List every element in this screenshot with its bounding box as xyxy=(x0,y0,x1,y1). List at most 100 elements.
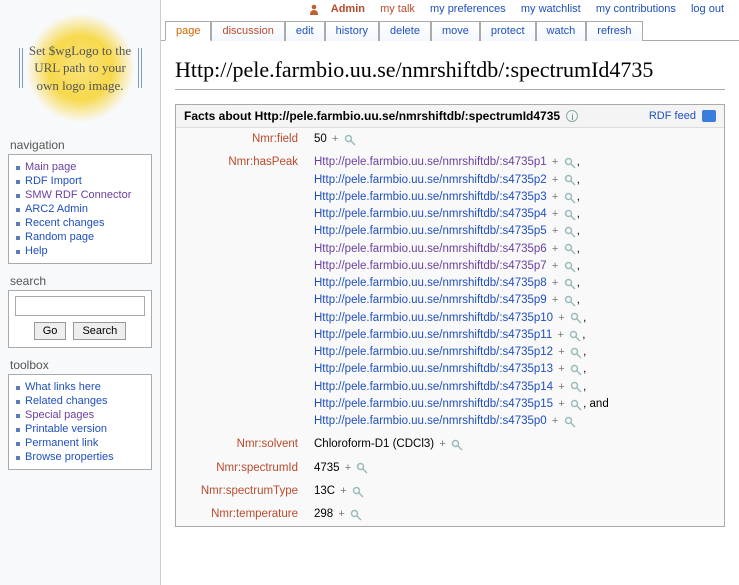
mytalk-link[interactable]: my talk xyxy=(380,3,415,15)
toolbox-link[interactable]: Printable version xyxy=(25,423,107,435)
tab-protect[interactable]: protect xyxy=(480,21,536,41)
magnify-icon[interactable] xyxy=(356,462,366,472)
nav-item: Help xyxy=(15,244,145,258)
property-spectrumId[interactable]: Nmr:spectrumId xyxy=(216,462,298,474)
peak-link[interactable]: Http://pele.farmbio.uu.se/nmrshiftdb/:s4… xyxy=(314,156,547,168)
magnify-icon[interactable] xyxy=(564,209,574,219)
property-field[interactable]: Nmr:field xyxy=(252,133,298,145)
magnify-icon[interactable] xyxy=(570,312,580,322)
tab-discussion[interactable]: discussion xyxy=(211,21,284,41)
nav-heading: navigation xyxy=(8,138,152,152)
magnify-icon[interactable] xyxy=(564,295,574,305)
toolbox-item: Related changes xyxy=(15,394,145,408)
nav-item: SMW RDF Connector xyxy=(15,188,145,202)
nav-item: Recent changes xyxy=(15,216,145,230)
personal-tools: Admin my talk my preferences my watchlis… xyxy=(305,0,733,18)
toolbox-heading: toolbox xyxy=(8,358,152,372)
magnify-icon[interactable] xyxy=(564,261,574,271)
rdf-icon xyxy=(702,110,716,122)
nav-link[interactable]: Main page xyxy=(25,161,76,173)
nav-link[interactable]: Help xyxy=(25,245,48,257)
tab-edit[interactable]: edit xyxy=(285,21,325,41)
nav-item: RDF Import xyxy=(15,174,145,188)
magnify-icon[interactable] xyxy=(564,278,574,288)
tab-history[interactable]: history xyxy=(325,21,379,41)
property-spectrumType[interactable]: Nmr:spectrumType xyxy=(201,485,298,497)
nav-item: Random page xyxy=(15,230,145,244)
user-icon xyxy=(308,3,320,15)
nav-link[interactable]: Random page xyxy=(25,231,94,243)
info-icon[interactable]: i xyxy=(566,110,578,122)
toolbox-item: What links here xyxy=(15,380,145,394)
magnify-icon[interactable] xyxy=(564,243,574,253)
tab-delete[interactable]: delete xyxy=(379,21,431,41)
peak-link[interactable]: Http://pele.farmbio.uu.se/nmrshiftdb/:s4… xyxy=(314,208,547,220)
magnify-icon[interactable] xyxy=(352,486,362,496)
mypreferences-link[interactable]: my preferences xyxy=(430,3,506,15)
nav-link[interactable]: SMW RDF Connector xyxy=(25,189,131,201)
toolbox-link[interactable]: Permanent link xyxy=(25,437,98,449)
property-solvent[interactable]: Nmr:solvent xyxy=(237,438,298,450)
peak-link[interactable]: Http://pele.farmbio.uu.se/nmrshiftdb/:s4… xyxy=(314,346,553,358)
mywatchlist-link[interactable]: my watchlist xyxy=(521,3,581,15)
magnify-icon[interactable] xyxy=(569,330,579,340)
value-solvent: Chloroform-D1 (CDCl3) + xyxy=(306,433,724,456)
nav-link[interactable]: Recent changes xyxy=(25,217,105,229)
peak-link[interactable]: Http://pele.farmbio.uu.se/nmrshiftdb/:s4… xyxy=(314,363,553,375)
magnify-icon[interactable] xyxy=(344,134,354,144)
logo[interactable]: Set $wgLogo to the URL path to your own … xyxy=(13,8,148,128)
peak-link[interactable]: Http://pele.farmbio.uu.se/nmrshiftdb/:s4… xyxy=(314,329,552,341)
tab-refresh[interactable]: refresh xyxy=(586,21,642,41)
userpage-link[interactable]: Admin xyxy=(331,3,365,15)
tab-move[interactable]: move xyxy=(431,21,480,41)
peak-link[interactable]: Http://pele.farmbio.uu.se/nmrshiftdb/:s4… xyxy=(314,277,547,289)
peak-link[interactable]: Http://pele.farmbio.uu.se/nmrshiftdb/:s4… xyxy=(314,174,547,186)
tab-watch[interactable]: watch xyxy=(536,21,587,41)
peak-link[interactable]: Http://pele.farmbio.uu.se/nmrshiftdb/:s4… xyxy=(314,312,553,324)
search-input[interactable] xyxy=(15,296,145,316)
property-temperature[interactable]: Nmr:temperature xyxy=(211,508,298,520)
toolbox-item: Browse properties xyxy=(15,450,145,464)
property-hasPeak[interactable]: Nmr:hasPeak xyxy=(228,156,298,168)
search-button[interactable]: Search xyxy=(73,322,126,340)
magnify-icon[interactable] xyxy=(564,174,574,184)
peak-link[interactable]: Http://pele.farmbio.uu.se/nmrshiftdb/:s4… xyxy=(314,381,553,393)
page-title: Http://pele.farmbio.uu.se/nmrshiftdb/:sp… xyxy=(175,57,725,90)
magnify-icon[interactable] xyxy=(570,347,580,357)
peak-link[interactable]: Http://pele.farmbio.uu.se/nmrshiftdb/:s4… xyxy=(314,398,553,410)
toolbox-link[interactable]: What links here xyxy=(25,381,101,393)
magnify-icon[interactable] xyxy=(564,416,574,426)
mycontributions-link[interactable]: my contributions xyxy=(596,3,676,15)
rdf-feed-link[interactable]: RDF feed xyxy=(649,110,716,122)
search-heading: search xyxy=(8,274,152,288)
tab-page[interactable]: page xyxy=(165,21,211,41)
logout-link[interactable]: log out xyxy=(691,3,724,15)
magnify-icon[interactable] xyxy=(564,192,574,202)
magnify-icon[interactable] xyxy=(570,381,580,391)
magnify-icon[interactable] xyxy=(570,364,580,374)
peak-link[interactable]: Http://pele.farmbio.uu.se/nmrshiftdb/:s4… xyxy=(314,225,547,237)
nav-link[interactable]: ARC2 Admin xyxy=(25,203,88,215)
magnify-icon[interactable] xyxy=(564,157,574,167)
toolbox-link[interactable]: Browse properties xyxy=(25,451,114,463)
toolbox-link[interactable]: Special pages xyxy=(25,409,94,421)
magnify-icon[interactable] xyxy=(570,399,580,409)
value-field: 50 + xyxy=(306,128,724,151)
magnify-icon[interactable] xyxy=(350,509,360,519)
peak-link[interactable]: Http://pele.farmbio.uu.se/nmrshiftdb/:s4… xyxy=(314,260,547,272)
peak-link[interactable]: Http://pele.farmbio.uu.se/nmrshiftdb/:s4… xyxy=(314,415,547,427)
logo-text: Set $wgLogo to the URL path to your own … xyxy=(23,42,138,95)
go-button[interactable]: Go xyxy=(34,322,67,340)
toolbox-item: Printable version xyxy=(15,422,145,436)
toolbox-link[interactable]: Related changes xyxy=(25,395,108,407)
nav-item: Main page xyxy=(15,160,145,174)
peak-link[interactable]: Http://pele.farmbio.uu.se/nmrshiftdb/:s4… xyxy=(314,243,547,255)
magnify-icon[interactable] xyxy=(451,439,461,449)
toolbox-item: Permanent link xyxy=(15,436,145,450)
peak-link[interactable]: Http://pele.farmbio.uu.se/nmrshiftdb/:s4… xyxy=(314,191,547,203)
magnify-icon[interactable] xyxy=(564,226,574,236)
factbox: Facts about Http://pele.farmbio.uu.se/nm… xyxy=(175,104,725,527)
value-spectrumType: 13C + xyxy=(306,480,724,503)
peak-link[interactable]: Http://pele.farmbio.uu.se/nmrshiftdb/:s4… xyxy=(314,294,547,306)
nav-link[interactable]: RDF Import xyxy=(25,175,82,187)
